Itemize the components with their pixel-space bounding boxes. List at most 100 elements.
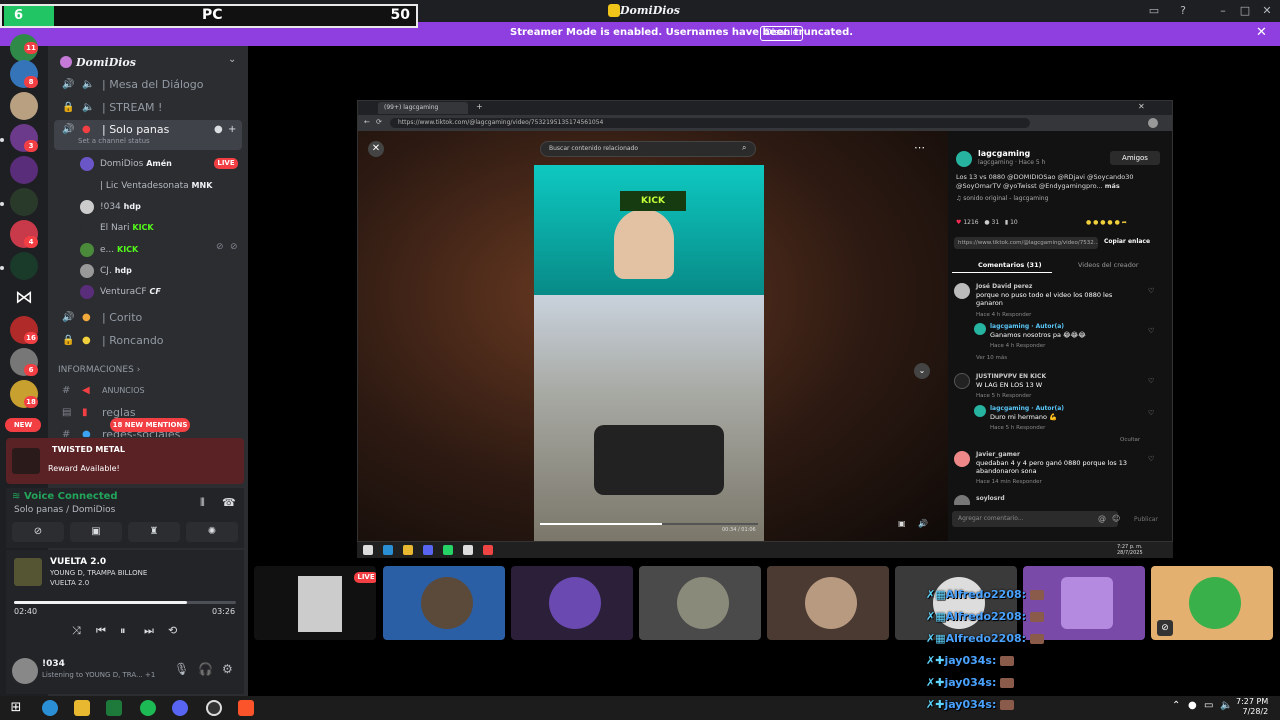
copy-link-button[interactable]: Copiar enlace	[1104, 238, 1150, 245]
close-icon[interactable]: ✕	[368, 141, 384, 157]
avatar[interactable]	[956, 151, 972, 167]
avatar[interactable]	[954, 283, 970, 299]
voice-user[interactable]: VenturaCF CF	[80, 282, 161, 302]
chat-icon[interactable]: ●	[214, 120, 223, 140]
like-icon[interactable]: ♡	[1148, 287, 1154, 295]
voice-user[interactable]: CJ. hdp	[80, 261, 132, 281]
volume-icon[interactable]: 🔊	[918, 519, 928, 528]
obs-icon[interactable]	[463, 545, 473, 555]
participant-tile[interactable]	[639, 566, 761, 640]
reload-icon[interactable]: ⟳	[376, 118, 382, 126]
playback-slider[interactable]	[14, 601, 236, 604]
file-explorer-icon[interactable]	[74, 700, 90, 716]
tray-chevron-icon[interactable]: ⌃	[1172, 700, 1180, 711]
voice-channel-mesa[interactable]: 🔊 🔈 | Mesa del Diálogo	[54, 75, 242, 95]
tab-creator-videos[interactable]: Videos del creador	[1078, 261, 1139, 269]
spotify-icon[interactable]	[140, 700, 156, 716]
start-icon[interactable]	[363, 545, 373, 555]
avatar[interactable]	[12, 658, 38, 684]
obs-icon[interactable]	[206, 700, 222, 716]
avatar[interactable]	[954, 373, 970, 389]
avatar[interactable]	[954, 451, 970, 467]
window-close-icon[interactable]: ✕	[1138, 102, 1145, 111]
new-tab-icon[interactable]: +	[476, 102, 483, 111]
participant-tile[interactable]	[511, 566, 633, 640]
noise-suppression-icon[interactable]: ⦀	[200, 496, 205, 510]
voice-user[interactable]: El Nari KICK	[80, 218, 154, 238]
new-unreads-pill[interactable]: NEW	[5, 418, 41, 432]
camera-off-icon[interactable]: ⊘	[12, 522, 64, 542]
like-icon[interactable]: ♡	[1148, 455, 1154, 463]
excel-icon[interactable]	[106, 700, 122, 716]
voice-status[interactable]: Voice Connected	[24, 491, 118, 502]
disable-streamer-button[interactable]: Disable	[760, 26, 803, 41]
mention-icon[interactable]: @	[1098, 514, 1106, 523]
new-mentions-pill[interactable]: 18 NEW MENTIONS	[110, 418, 190, 432]
app-icon[interactable]	[483, 545, 493, 555]
pip-icon[interactable]: ▣	[898, 519, 906, 528]
voice-channel-roncando[interactable]: 🔒 ● | Roncando	[54, 331, 242, 351]
discord-icon[interactable]	[423, 545, 433, 555]
soundboard-icon[interactable]: ✺	[186, 522, 238, 542]
like-icon[interactable]: ♡	[1148, 409, 1154, 417]
hide-replies[interactable]: Ocultar	[1120, 437, 1140, 443]
repeat-icon[interactable]: ⟲	[168, 624, 177, 637]
server-icon[interactable]	[10, 156, 38, 184]
comment-icon[interactable]: ●	[984, 219, 989, 226]
discord-icon[interactable]	[172, 700, 188, 716]
edge-icon[interactable]	[383, 545, 393, 555]
settings-gear-icon[interactable]: ⚙	[222, 662, 233, 676]
voice-channel-corito[interactable]: 🔊 ● | Corito	[54, 308, 242, 328]
tray-mic-icon[interactable]: ●	[1188, 700, 1197, 711]
voice-channel-link[interactable]: Solo panas / DomiDios	[14, 505, 115, 515]
browser-tab[interactable]: (99+) lagcgaming (@lagcga...	[378, 102, 468, 123]
minimize-button[interactable]: –	[1215, 3, 1231, 19]
video-link-field[interactable]: https://www.tiktok.com/@lagcgaming/video…	[954, 237, 1098, 249]
stream-tile[interactable]: LIVE	[254, 566, 376, 640]
post-button[interactable]: Publicar	[1134, 516, 1158, 523]
profile-icon[interactable]	[1148, 118, 1158, 128]
pause-icon[interactable]: ⏸	[120, 624, 126, 638]
edge-icon[interactable]	[42, 700, 58, 716]
maximize-button[interactable]: □	[1237, 3, 1253, 19]
next-icon[interactable]: ⏭	[144, 624, 154, 638]
butterfly-icon[interactable]: ⋈	[10, 284, 38, 312]
voice-channel-solo-panas[interactable]: 🔊 ● | Solo panas Set a channel status ● +	[54, 120, 242, 150]
voice-channel-stream[interactable]: 🔒 🔈 | STREAM !	[54, 98, 242, 118]
search-icon[interactable]: ⌕	[742, 143, 746, 153]
avatar[interactable]	[974, 405, 986, 417]
more-options-icon[interactable]: ⋯	[914, 141, 925, 154]
disconnect-icon[interactable]: ☎	[222, 496, 236, 509]
close-button[interactable]: ✕	[1259, 3, 1275, 19]
like-icon[interactable]: ♥	[956, 219, 961, 226]
like-icon[interactable]: ♡	[1148, 327, 1154, 335]
video-player[interactable]: KICK 00:34 / 01:06	[534, 165, 764, 541]
help-icon[interactable]: ?	[1175, 3, 1191, 19]
server-icon[interactable]	[10, 252, 38, 280]
category-header[interactable]: INFORMACIONES ›	[58, 365, 140, 375]
author-name[interactable]: lagcgaming	[978, 149, 1030, 158]
brave-icon[interactable]	[238, 700, 254, 716]
reward-banner[interactable]: TWISTED METAL Reward Available!	[6, 438, 244, 484]
tray-volume-icon[interactable]: 🔈	[1220, 700, 1232, 711]
sound-link[interactable]: ♫ sonido original - lagcgaming	[956, 195, 1048, 202]
headphones-icon[interactable]: 🎧	[198, 662, 213, 676]
server-name[interactable]: DomiDios	[76, 56, 136, 69]
inbox-icon[interactable]: ▭	[1146, 3, 1162, 19]
signal-icon[interactable]: ≋	[12, 491, 20, 502]
server-icon[interactable]	[10, 188, 38, 216]
participant-tile[interactable]	[383, 566, 505, 640]
next-video-icon[interactable]: ⌄	[914, 363, 930, 379]
bookmark-icon[interactable]: ▮	[1005, 219, 1008, 226]
video-progress[interactable]	[540, 523, 758, 525]
add-user-icon[interactable]: +	[228, 120, 236, 140]
related-search-input[interactable]: Buscar contenido relacionado	[540, 141, 756, 157]
back-icon[interactable]: ←	[364, 118, 370, 126]
voice-user[interactable]: !034 hdp	[80, 197, 141, 217]
address-bar[interactable]: https://www.tiktok.com/@lagcgaming/video…	[390, 118, 1030, 128]
activities-icon[interactable]: ♜	[128, 522, 180, 542]
voice-user[interactable]: e... KICK	[80, 240, 138, 260]
windows-start-icon[interactable]: ⊞	[8, 700, 24, 716]
previous-icon[interactable]: ⏮	[96, 624, 106, 638]
shuffle-icon[interactable]: ⤨	[72, 624, 81, 638]
